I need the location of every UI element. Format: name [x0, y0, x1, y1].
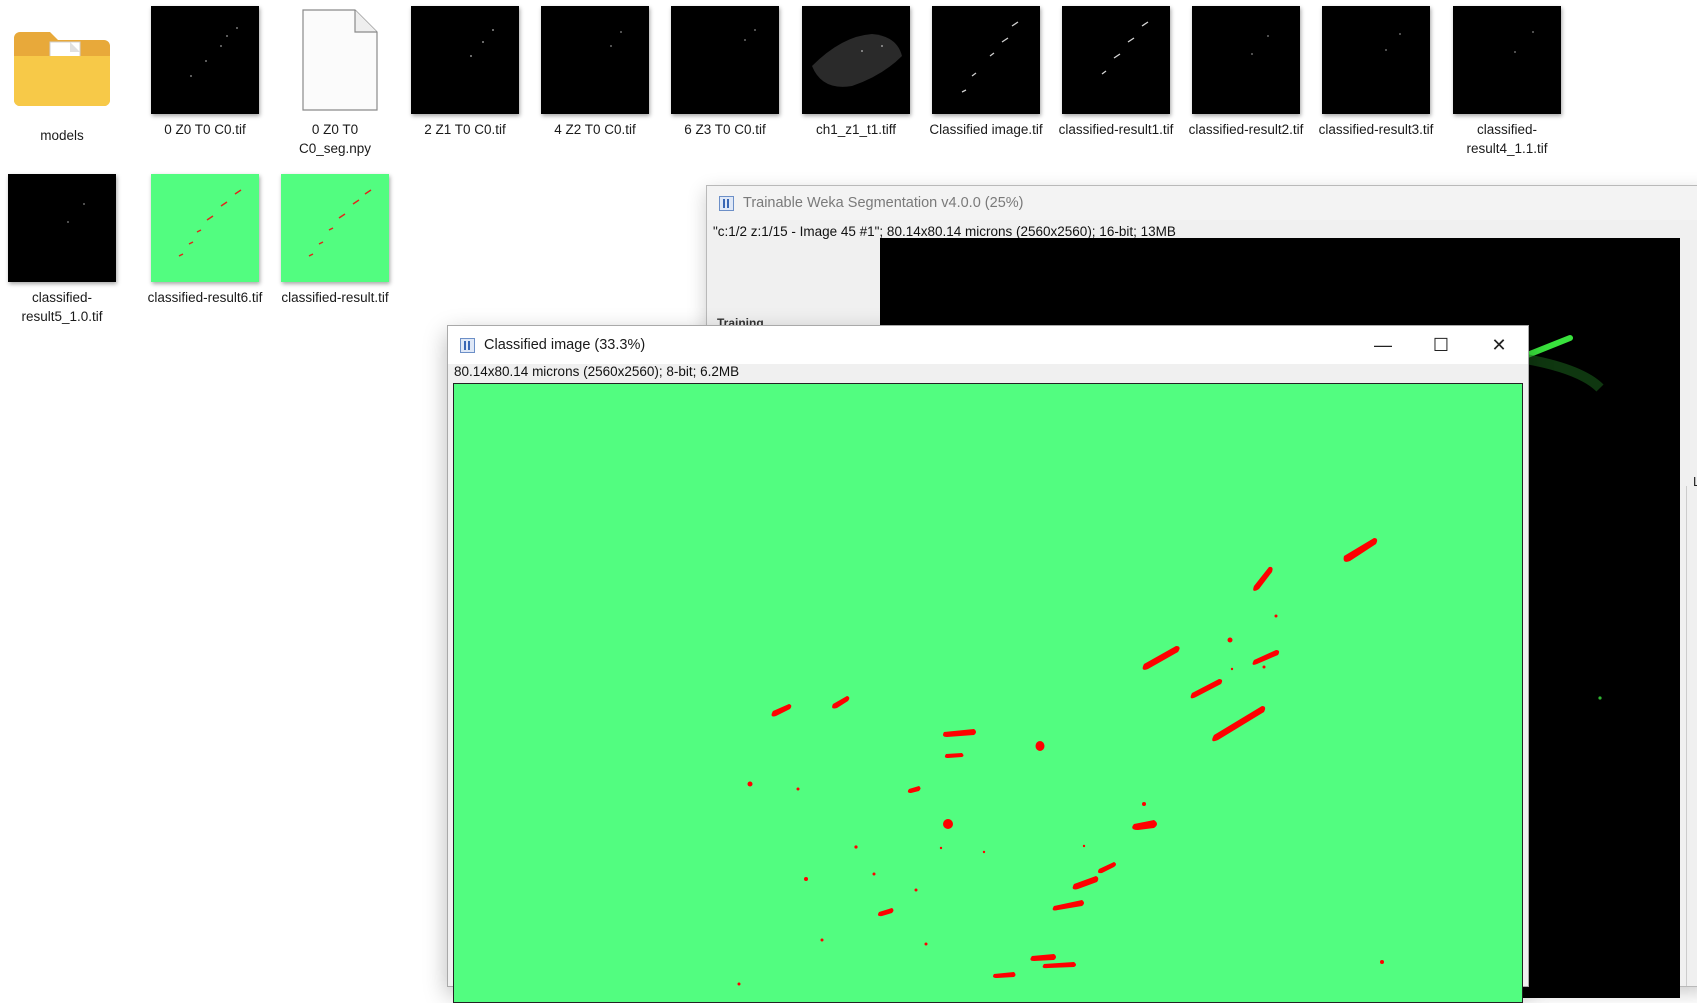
classified-image-canvas[interactable] — [453, 383, 1523, 1003]
segmentation-overlay — [737, 538, 1384, 986]
imagej-icon — [460, 337, 475, 353]
image-thumbnail — [671, 6, 779, 114]
image-thumbnail — [281, 174, 389, 282]
file-label: classified-result3.tif — [1318, 122, 1434, 137]
file-item-tif[interactable]: 2 Z1 T0 C0.tif — [404, 6, 526, 139]
segment-blob — [1132, 820, 1157, 830]
file-label: 0 Z0 T0 C0.tif — [164, 122, 246, 137]
file-item-tif[interactable]: classified-result3.tif — [1315, 6, 1437, 139]
file-item-tif[interactable]: classified-result1.tif — [1055, 6, 1177, 139]
file-item-tif[interactable]: 4 Z2 T0 C0.tif — [534, 6, 656, 139]
file-label: Classified image.tif — [929, 122, 1043, 137]
file-label: ch1_z1_t1.tiff — [815, 122, 897, 137]
weka-right-panel: L — [1686, 474, 1697, 986]
file-item-tif[interactable]: classified-result.tif — [274, 174, 396, 307]
file-item-tiff[interactable]: ch1_z1_t1.tiff — [795, 6, 917, 139]
segment-blob — [1030, 954, 1056, 961]
image-thumbnail — [932, 6, 1040, 114]
weka-status-line: "c:1/2 z:1/15 - Image 45 #1"; 80.14x80.1… — [713, 224, 1176, 239]
segment-blob — [1142, 646, 1180, 670]
right-panel-label: L — [1693, 474, 1697, 489]
segment-blob — [832, 696, 850, 709]
segment-blob — [944, 753, 964, 758]
image-thumbnail — [411, 6, 519, 114]
window-title: Classified image (33.3%) — [484, 337, 646, 353]
minimize-icon: — — [1374, 334, 1392, 355]
folder-icon — [8, 12, 116, 120]
weka-title: Trainable Weka Segmentation v4.0.0 (25%) — [743, 195, 1024, 211]
file-item-tif[interactable]: classified-result4_1.1.tif — [1446, 6, 1568, 158]
classified-titlebar[interactable]: Classified image (33.3%) — ☐ ✕ — [448, 326, 1528, 364]
file-item-models[interactable]: models — [1, 12, 123, 145]
image-thumbnail — [1192, 6, 1300, 114]
close-button[interactable]: ✕ — [1470, 326, 1528, 364]
image-thumbnail — [1322, 6, 1430, 114]
image-thumbnail — [802, 6, 910, 114]
file-item-tif[interactable]: 6 Z3 T0 C0.tif — [664, 6, 786, 139]
segment-blob — [1190, 679, 1223, 699]
file-item-tif[interactable]: classified-result2.tif — [1185, 6, 1307, 139]
segment-blob — [771, 704, 792, 717]
file-label: 2 Z1 T0 C0.tif — [424, 122, 506, 137]
file-label: classified-result1.tif — [1058, 122, 1174, 137]
file-item-tif[interactable]: Classified image.tif — [925, 6, 1047, 139]
file-label: 0 Z0 T0 C0_seg.npy — [298, 122, 372, 156]
segment-blob — [1052, 900, 1084, 911]
image-thumbnail — [151, 174, 259, 282]
minimize-button[interactable]: — — [1354, 326, 1412, 364]
file-label: classified-result.tif — [281, 290, 389, 305]
segment-blob — [1212, 706, 1266, 742]
segment-blob — [943, 729, 976, 737]
segment-blob — [1253, 566, 1273, 591]
segment-blob — [943, 819, 953, 829]
segment-blob — [1072, 876, 1099, 890]
document-icon — [281, 6, 389, 114]
segment-blob — [993, 972, 1016, 978]
segment-blob — [907, 786, 921, 793]
file-label: classified-result5_1.0.tif — [21, 290, 103, 324]
image-info-line: 80.14x80.14 microns (2560x2560); 8-bit; … — [454, 364, 740, 379]
weka-titlebar[interactable]: Trainable Weka Segmentation v4.0.0 (25%) — [707, 186, 1697, 220]
file-label: 4 Z2 T0 C0.tif — [554, 122, 636, 137]
file-item-tif[interactable]: classified-result6.tif — [144, 174, 266, 307]
segment-blob — [1252, 650, 1280, 665]
classified-image-window[interactable]: Classified image (33.3%) — ☐ ✕ 80.14x80.… — [447, 325, 1529, 1003]
segment-blob — [1035, 741, 1045, 751]
image-thumbnail — [541, 6, 649, 114]
close-icon: ✕ — [1491, 334, 1507, 355]
file-label: classified-result2.tif — [1188, 122, 1304, 137]
image-thumbnail — [1453, 6, 1561, 114]
imagej-icon — [719, 195, 734, 211]
segment-blob — [1042, 962, 1076, 969]
file-label: models — [40, 128, 84, 143]
image-thumbnail — [1062, 6, 1170, 114]
file-item-tif[interactable]: 0 Z0 T0 C0.tif — [144, 6, 266, 139]
segment-blob — [1098, 862, 1116, 874]
file-item-tif[interactable]: classified-result5_1.0.tif — [1, 174, 123, 326]
segment-blob — [878, 908, 894, 917]
image-thumbnail — [8, 174, 116, 282]
segment-blob — [1343, 538, 1378, 562]
maximize-button[interactable]: ☐ — [1412, 326, 1470, 364]
maximize-icon: ☐ — [1432, 334, 1450, 355]
image-thumbnail — [151, 6, 259, 114]
file-label: classified-result6.tif — [147, 290, 263, 305]
file-label: 6 Z3 T0 C0.tif — [684, 122, 766, 137]
file-item-npy[interactable]: 0 Z0 T0 C0_seg.npy — [274, 6, 396, 158]
file-label: classified-result4_1.1.tif — [1466, 122, 1548, 156]
